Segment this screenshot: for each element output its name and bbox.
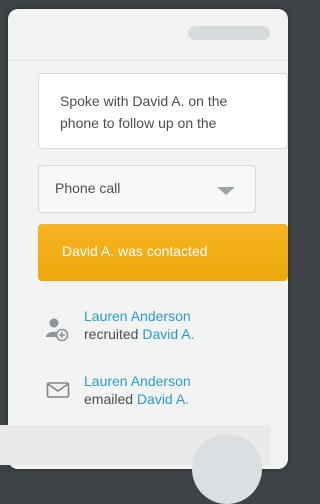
contacted-label: David A. was contacted — [62, 243, 208, 259]
activity-verb: emailed — [84, 391, 134, 407]
divider — [8, 60, 288, 61]
contact-method-select[interactable]: Phone call — [38, 165, 256, 213]
activity-item: Lauren Anderson emailed David A. — [84, 372, 191, 408]
activity-actor-link[interactable]: Lauren Anderson — [84, 307, 195, 325]
note-textarea[interactable]: Spoke with David A. on the phone to foll… — [38, 73, 288, 149]
envelope-icon — [46, 382, 70, 398]
contact-method-value: Phone call — [55, 180, 121, 196]
chevron-down-icon[interactable] — [217, 187, 235, 195]
activity-target-link[interactable]: David A. — [137, 391, 189, 407]
activity-item: Lauren Anderson recruited David A. — [84, 307, 195, 343]
home-button[interactable] — [192, 434, 262, 504]
activity-verb: recruited — [84, 326, 139, 342]
phone-speaker — [188, 26, 270, 40]
note-line-1: Spoke with David A. on the — [60, 93, 228, 109]
contacted-button[interactable]: David A. was contacted — [38, 224, 288, 281]
note-line-2: phone to follow up on the — [60, 115, 217, 131]
add-user-icon — [46, 318, 69, 342]
activity-actor-link[interactable]: Lauren Anderson — [84, 372, 191, 390]
activity-target-link[interactable]: David A. — [142, 326, 194, 342]
